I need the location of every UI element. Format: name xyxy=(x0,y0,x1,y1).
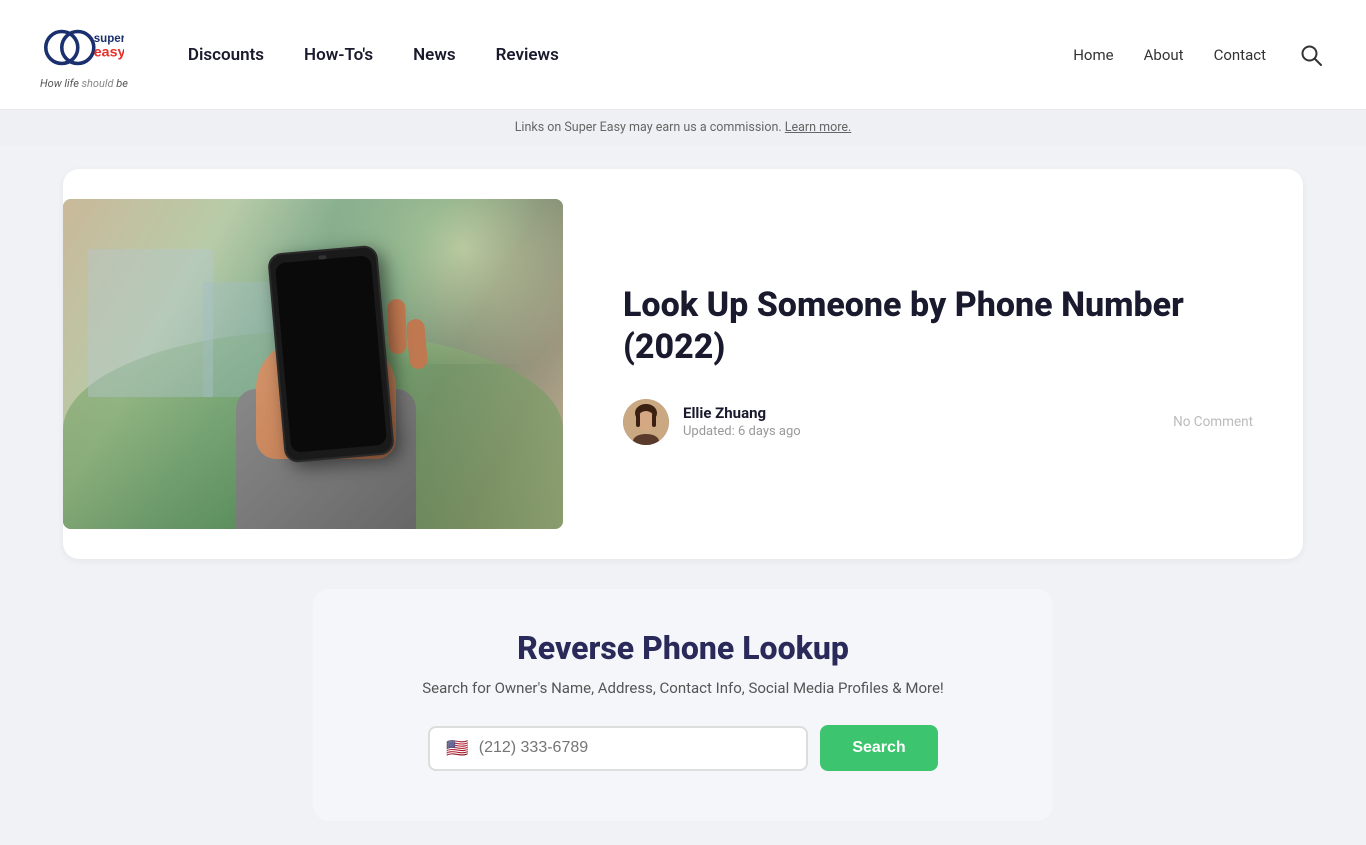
widget-card: Reverse Phone Lookup Search for Owner's … xyxy=(313,589,1053,821)
avatar xyxy=(623,399,669,445)
logo-tagline: How life should be xyxy=(40,77,128,90)
svg-text:easy: easy xyxy=(94,44,124,60)
nav-howtos[interactable]: How-To's xyxy=(304,45,373,65)
disclaimer-bar: Links on Super Easy may earn us a commis… xyxy=(0,110,1366,145)
author-left: Ellie Zhuang Updated: 6 days ago xyxy=(623,399,801,445)
phone-scene xyxy=(63,199,563,529)
nav-discounts[interactable]: Discounts xyxy=(188,45,264,65)
phone-input[interactable] xyxy=(479,739,791,757)
header-right: Home About Contact xyxy=(1073,40,1326,70)
search-button[interactable] xyxy=(1296,40,1326,70)
main-content: Look Up Someone by Phone Number (2022) xyxy=(33,169,1333,821)
site-header: super easy How life should be Discounts … xyxy=(0,0,1366,110)
logo-area[interactable]: super easy How life should be xyxy=(40,20,128,90)
nav-contact[interactable]: Contact xyxy=(1214,46,1266,64)
widget-title: Reverse Phone Lookup xyxy=(363,629,1003,667)
search-submit-button[interactable]: Search xyxy=(820,725,937,771)
article-title: Look Up Someone by Phone Number (2022) xyxy=(623,284,1253,369)
author-details: Ellie Zhuang Updated: 6 days ago xyxy=(683,404,801,439)
article-image xyxy=(63,199,563,529)
search-icon xyxy=(1300,44,1322,66)
article-info: Look Up Someone by Phone Number (2022) xyxy=(623,284,1253,445)
nav-home[interactable]: Home xyxy=(1073,46,1113,64)
no-comment: No Comment xyxy=(1173,414,1253,430)
logo-icon: super easy xyxy=(44,20,124,75)
widget-subtitle: Search for Owner's Name, Address, Contac… xyxy=(363,679,1003,697)
article-card: Look Up Someone by Phone Number (2022) xyxy=(63,169,1303,559)
phone-input-wrapper: 🇺🇸 xyxy=(428,726,808,771)
avatar-image xyxy=(623,399,669,445)
widget-search-row: 🇺🇸 Search xyxy=(363,725,1003,771)
author-name: Ellie Zhuang xyxy=(683,404,801,422)
author-updated: Updated: 6 days ago xyxy=(683,424,801,439)
header-left: super easy How life should be Discounts … xyxy=(40,20,559,90)
logo-svg: super easy xyxy=(44,20,124,75)
nav-news[interactable]: News xyxy=(413,45,455,65)
author-row: Ellie Zhuang Updated: 6 days ago No Comm… xyxy=(623,399,1253,445)
flag-icon: 🇺🇸 xyxy=(446,738,468,759)
learn-more-link[interactable]: Learn more. xyxy=(785,120,852,135)
main-nav: Discounts How-To's News Reviews xyxy=(188,45,559,65)
nav-reviews[interactable]: Reviews xyxy=(496,45,559,65)
nav-about[interactable]: About xyxy=(1144,46,1184,64)
svg-text:super: super xyxy=(94,33,124,45)
